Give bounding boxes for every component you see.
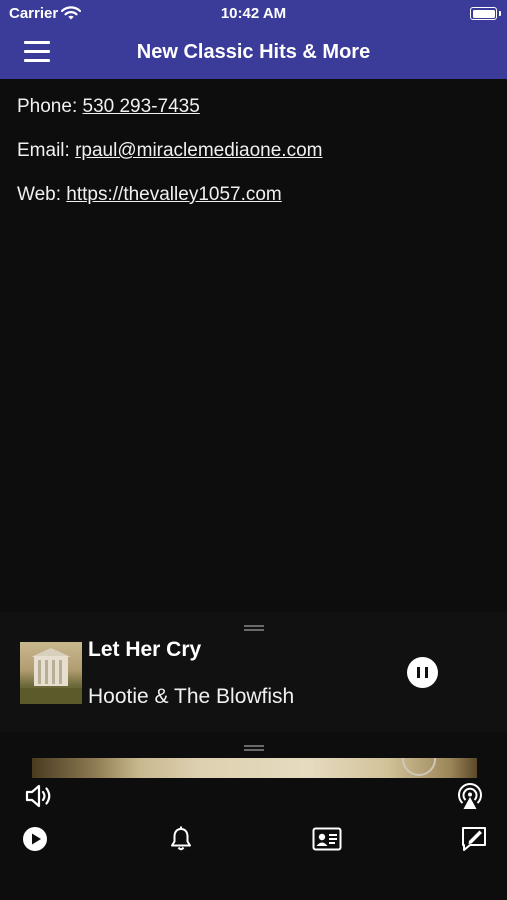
status-bar: Carrier 10:42 AM — [0, 0, 507, 28]
web-row: Web: https://thevalley1057.com — [17, 184, 322, 228]
drag-handle[interactable] — [244, 625, 264, 631]
web-link[interactable]: https://thevalley1057.com — [66, 184, 281, 205]
track-artist: Hootie & The Blowfish — [88, 685, 295, 708]
play-circle-icon[interactable] — [22, 826, 48, 852]
battery-tip — [499, 11, 501, 16]
email-label: Email: — [17, 140, 70, 161]
page-title: New Classic Hits & More — [136, 41, 371, 63]
email-link[interactable]: rpaul@miraclemediaone.com — [75, 140, 322, 161]
album-art — [20, 642, 82, 704]
phone-row: Phone: 530 293-7435 — [17, 96, 322, 140]
phone-link[interactable]: 530 293-7435 — [83, 96, 200, 117]
phone-label: Phone: — [17, 96, 78, 117]
web-label: Web: — [17, 184, 62, 205]
email-row: Email: rpaul@miraclemediaone.com — [17, 140, 322, 184]
compose-message-icon[interactable] — [460, 825, 488, 853]
airplay-icon[interactable] — [455, 781, 485, 811]
speaker-volume-icon[interactable] — [24, 782, 54, 810]
contact-card-icon[interactable] — [312, 827, 342, 851]
top-header: Carrier 10:42 AM New Classic Hits & More — [0, 0, 507, 79]
pause-button[interactable] — [407, 657, 438, 688]
drag-handle[interactable] — [244, 745, 264, 751]
mini-player[interactable]: Let Her Cry Hootie & The Blowfish — [0, 612, 507, 732]
bell-icon[interactable] — [169, 826, 193, 852]
track-title: Let Her Cry — [88, 638, 202, 661]
expanded-player-handle[interactable] — [0, 740, 507, 758]
battery-icon — [470, 7, 497, 20]
large-album-art — [32, 758, 477, 778]
pause-icon — [417, 667, 420, 678]
contact-info: Phone: 530 293-7435 Email: rpaul@miracle… — [17, 96, 322, 228]
status-time: 10:42 AM — [220, 5, 287, 22]
